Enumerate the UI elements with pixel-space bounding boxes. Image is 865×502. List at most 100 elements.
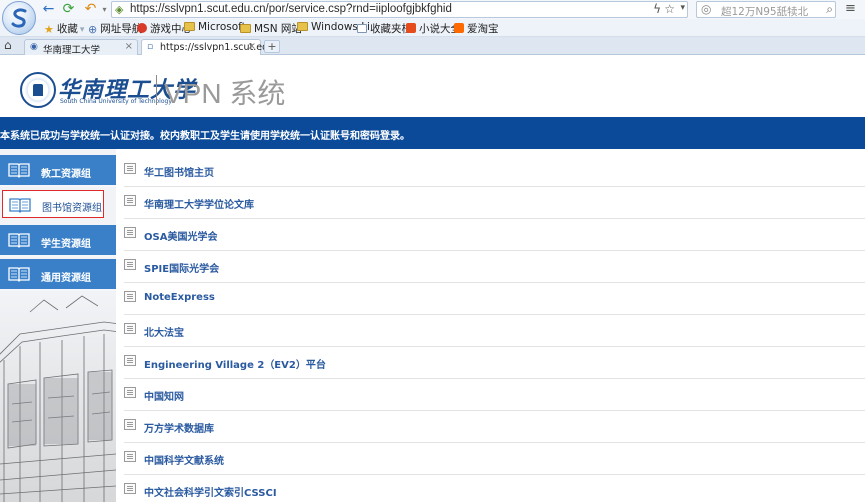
resource-link[interactable]: 华南理工大学学位论文库	[144, 196, 254, 211]
resource-item-thesis-library[interactable]: 华南理工大学学位论文库	[124, 187, 865, 219]
bookmark-label: 爱淘宝	[467, 23, 499, 35]
resource-item-noteexpress[interactable]: NoteExpress	[124, 283, 865, 315]
close-icon[interactable]: ×	[125, 41, 133, 52]
box-icon	[357, 24, 367, 33]
star-icon: ★	[44, 23, 54, 36]
browser-logo-icon[interactable]	[2, 1, 36, 35]
bookmark-star-icon[interactable]: ☆	[664, 2, 675, 16]
resource-item-osa[interactable]: OSA美国光学会	[124, 219, 865, 251]
resource-list: 华工图书馆主页 华南理工大学学位论文库 OSA美国光学会 SPIE国际光学会 N…	[116, 155, 865, 502]
resource-link[interactable]: 华工图书馆主页	[144, 164, 214, 179]
book-icon	[8, 163, 30, 178]
university-seal-icon	[20, 72, 56, 108]
browser-toolbar: ← ⟳ ↶ ▾ ◈ https://sslvpn1.scut.edu.cn/po…	[0, 0, 865, 19]
bookmark-taobao[interactable]: 爱淘宝	[454, 21, 499, 36]
notice-banner: 本系统已成功与学校统一认证对接。校内教职工及学生请使用学校统一认证账号和密码登录…	[0, 117, 865, 149]
document-icon	[124, 259, 136, 270]
bookmark-msn[interactable]: MSN 网站	[240, 21, 302, 36]
tab-vpn[interactable]: ▫ https://sslvpn1.scut.ed ×	[141, 39, 268, 55]
search-icon[interactable]: ⌕	[826, 2, 833, 17]
document-icon	[124, 387, 136, 398]
sidebar-item-student-resources[interactable]: 学生资源组	[0, 225, 116, 257]
folder-icon	[184, 22, 195, 31]
game-icon	[137, 23, 147, 33]
document-icon	[124, 483, 136, 494]
document-icon	[124, 163, 136, 174]
document-icon	[124, 227, 136, 238]
bookmark-label: Microsoft	[198, 21, 246, 33]
secure-shield-icon: ◈	[115, 3, 124, 16]
sidebar-item-general-resources[interactable]: 通用资源组	[0, 259, 116, 291]
book-icon	[8, 233, 30, 248]
sidebar-item-staff-resources[interactable]: 教工资源组	[0, 155, 116, 187]
chevron-down-icon[interactable]: ▾	[80, 25, 85, 35]
page-header: 华南理工大学 South China University of Technol…	[0, 55, 865, 117]
bookmark-favorites[interactable]: ★ 收藏 ▾	[44, 21, 86, 36]
header-divider	[156, 75, 157, 105]
address-bar[interactable]: ◈ https://sslvpn1.scut.edu.cn/por/servic…	[111, 1, 688, 18]
page-icon: ▫	[147, 42, 154, 52]
notice-text: 本系统已成功与学校统一认证对接。校内教职工及学生请使用学校统一认证账号和密码登录…	[0, 131, 410, 142]
bookmark-microsoft[interactable]: Microsoft	[184, 21, 246, 33]
shop-icon	[454, 23, 464, 33]
resource-link[interactable]: NoteExpress	[144, 292, 215, 303]
home-icon[interactable]: ⌂	[4, 38, 12, 52]
search-box[interactable]: ◎ 超12万N95舐犊北 ⌕	[696, 1, 836, 18]
resource-item-ev2[interactable]: Engineering Village 2（EV2）平台	[124, 347, 865, 379]
bookmark-novels[interactable]: 小说大全	[406, 21, 461, 36]
resource-link[interactable]: 万方学术数据库	[144, 420, 214, 435]
globe-icon: ⊕	[88, 23, 98, 36]
page-favicon-icon: ◉	[30, 42, 38, 52]
speed-mode-icon[interactable]: ϟ	[653, 2, 661, 16]
bookmark-label: MSN 网站	[254, 23, 302, 35]
refresh-icon[interactable]: ⟳	[60, 1, 77, 18]
resource-item-wanfang[interactable]: 万方学术数据库	[124, 411, 865, 443]
close-icon[interactable]: ×	[248, 41, 256, 52]
menu-icon[interactable]: ≡	[845, 1, 856, 16]
document-icon	[124, 451, 136, 462]
sidebar-item-library-resources[interactable]: 图书馆资源组	[2, 190, 104, 218]
page-title: VPN 系统	[164, 78, 286, 109]
resource-link[interactable]: 中国科学文献系统	[144, 452, 224, 467]
page-content: 华南理工大学 South China University of Technol…	[0, 55, 865, 502]
campus-building-sketch	[0, 294, 116, 502]
document-icon	[124, 195, 136, 206]
book-icon	[9, 198, 31, 213]
resource-link[interactable]: Engineering Village 2（EV2）平台	[144, 356, 326, 371]
resource-link[interactable]: 中文社会科学引文索引CSSCI	[144, 484, 277, 499]
folder-icon	[240, 24, 251, 33]
document-icon	[124, 419, 136, 430]
tab-scut-home[interactable]: ◉ 华南理工大学 ×	[24, 39, 138, 56]
bookmark-nav[interactable]: ⊕ 网址导航	[88, 21, 142, 36]
address-url[interactable]: https://sslvpn1.scut.edu.cn/por/service.…	[130, 3, 452, 15]
back-icon[interactable]: ←	[40, 1, 57, 18]
search-engine-icon[interactable]: ◎	[701, 2, 711, 16]
resource-link[interactable]: SPIE国际光学会	[144, 260, 219, 275]
search-placeholder: 超12万N95舐犊北	[721, 6, 809, 18]
tab-bar: ⌂ ◉ 华南理工大学 × ▫ https://sslvpn1.scut.ed ×…	[0, 37, 865, 56]
document-icon	[124, 355, 136, 366]
resource-item-cas-literature[interactable]: 中国科学文献系统	[124, 443, 865, 475]
bookmark-label: 网址导航	[100, 23, 143, 35]
sidebar: 教工资源组 图书馆资源组 学生资源组 通用资源组	[0, 149, 116, 502]
resource-item-pkulaw[interactable]: 北大法宝	[124, 315, 865, 347]
folder-icon	[297, 22, 308, 31]
resource-link[interactable]: 中国知网	[144, 388, 184, 403]
document-icon	[124, 291, 136, 302]
resource-item-cssci[interactable]: 中文社会科学引文索引CSSCI	[124, 475, 865, 502]
novel-icon	[406, 23, 416, 33]
resource-item-scut-library[interactable]: 华工图书馆主页	[124, 155, 865, 187]
address-dropdown-icon[interactable]: ▾	[680, 3, 685, 13]
sidebar-item-label: 图书馆资源组	[42, 203, 102, 214]
document-icon	[124, 323, 136, 334]
bookmark-favorites-bar[interactable]: 收藏夹栏	[357, 21, 412, 36]
bookmarks-bar: ★ 收藏 ▾ ⊕ 网址导航 游戏中心 Microsoft MSN 网站 Windows…	[0, 19, 865, 37]
book-icon	[8, 267, 30, 282]
resource-item-spie[interactable]: SPIE国际光学会	[124, 251, 865, 283]
resource-link[interactable]: 北大法宝	[144, 324, 184, 339]
new-tab-button[interactable]: +	[264, 40, 280, 53]
resource-item-cnki[interactable]: 中国知网	[124, 379, 865, 411]
resource-link[interactable]: OSA美国光学会	[144, 228, 217, 243]
sidebar-item-label: 教工资源组	[41, 169, 91, 180]
bookmark-label: 收藏	[56, 23, 78, 35]
